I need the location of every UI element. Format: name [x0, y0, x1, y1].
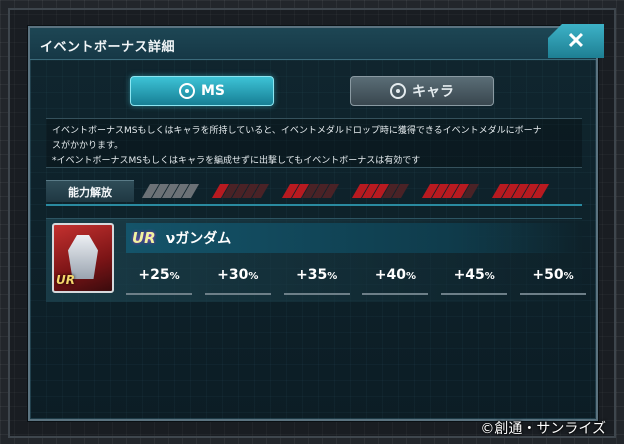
- ability-release-label: 能力解放: [46, 180, 134, 202]
- bonus-unit: %: [248, 271, 259, 282]
- bonus-value: +50%: [519, 267, 586, 295]
- bonus-value: +25%: [126, 267, 192, 295]
- tab-ms[interactable]: MS: [130, 76, 274, 106]
- bonus-number: +40: [374, 267, 406, 283]
- reticle-icon: [390, 83, 406, 99]
- ability-level-group: [141, 184, 200, 198]
- event-bonus-dialog: イベントボーナス詳細 ✕ MS キャラ イベントボーナスMSもしくはキャラを所持…: [28, 24, 604, 421]
- description-box: イベントボーナスMSもしくはキャラを所持していると、イベントメダルドロップ時に獲…: [46, 118, 582, 168]
- bonus-value: +45%: [441, 267, 508, 295]
- reticle-icon: [178, 83, 195, 99]
- ability-level-group: [211, 184, 270, 198]
- unit-rarity-small: UR: [56, 273, 75, 287]
- bonus-unit: %: [169, 271, 180, 282]
- bonus-panel: 能力解放 UR UR νガンダム +25% +30% +35% +40% +45…: [46, 180, 586, 306]
- description-line: イベントボーナスMSもしくはキャラを所持していると、イベントメダルドロップ時に獲…: [52, 126, 542, 136]
- bonus-unit: %: [484, 271, 495, 282]
- bonus-number: +45: [453, 267, 485, 283]
- bonus-unit: %: [405, 271, 417, 282]
- panel-divider: [46, 204, 582, 206]
- bonus-unit: %: [563, 271, 574, 282]
- dialog-title: イベントボーナス詳細: [40, 40, 176, 55]
- unit-name-bar: UR νガンダム: [126, 223, 582, 253]
- unit-name: νガンダム: [165, 231, 232, 247]
- copyright-notice: ©創通・サンライズ: [480, 421, 606, 437]
- bonus-values-row: +25% +30% +35% +40% +45% +50%: [126, 267, 586, 295]
- description-line: *イベントボーナスMSもしくはキャラを編成せずに出撃してもイベントボーナスは有効…: [52, 156, 421, 166]
- unit-row: UR UR νガンダム +25% +30% +35% +40% +45% +50…: [46, 218, 586, 302]
- description-line: スがかかります。: [52, 141, 124, 151]
- unit-thumbnail[interactable]: UR: [52, 223, 114, 293]
- bonus-value: +35%: [283, 267, 350, 295]
- bonus-value: +40%: [362, 267, 429, 295]
- bonus-number: +50: [532, 267, 564, 283]
- bonus-number: +30: [217, 267, 249, 283]
- dialog-title-bar: イベントボーナス詳細: [30, 28, 596, 60]
- tab-chara[interactable]: キャラ: [350, 76, 494, 106]
- close-icon: ✕: [566, 28, 586, 53]
- bonus-unit: %: [327, 271, 338, 282]
- ability-level-group: [281, 184, 340, 198]
- ability-level-group: [421, 184, 480, 198]
- ability-level-group: [351, 184, 410, 198]
- rarity-badge: UR: [132, 229, 156, 247]
- bonus-number: +25: [138, 267, 170, 283]
- tab-ms-label: MS: [200, 83, 225, 99]
- tab-chara-label: キャラ: [412, 84, 454, 100]
- bonus-number: +35: [295, 267, 328, 283]
- bonus-value: +30%: [204, 267, 271, 295]
- ability-level-group: [491, 184, 550, 198]
